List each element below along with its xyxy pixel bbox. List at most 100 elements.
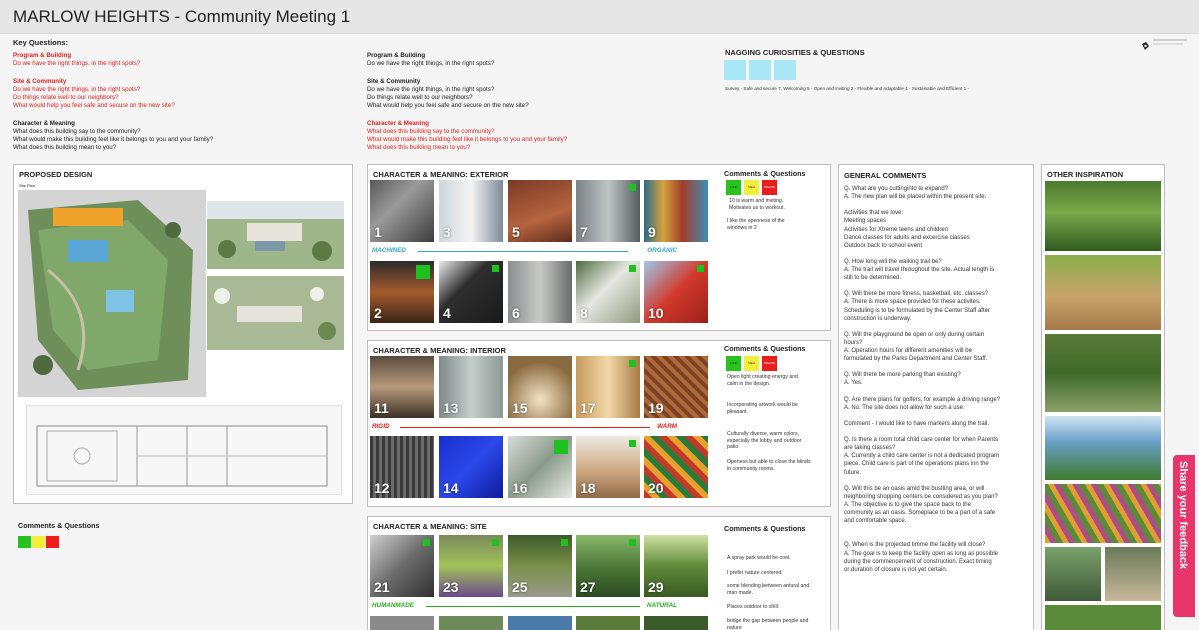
general-comment-line: A. The trail will travel throughout the … [844, 267, 995, 273]
exterior-image-6[interactable]: 6 [508, 261, 572, 323]
interior-image-17[interactable]: 17 [576, 356, 640, 418]
exterior-image-7[interactable]: 7 [576, 180, 640, 242]
meh-vote-button[interactable] [32, 536, 45, 548]
like-vote-button[interactable]: LIKE [726, 180, 741, 195]
general-comment-line: Outdoor back to school event [844, 242, 923, 249]
interior-image-13[interactable]: 13 [439, 356, 503, 418]
interior-image-11[interactable]: 11 [370, 356, 434, 418]
site-heading: CHARACTER & MEANING: SITE [373, 522, 487, 531]
exterior-left-label: MACHINED [372, 247, 406, 254]
rendering-aerial-1[interactable] [207, 201, 344, 269]
site-image-24[interactable] [439, 616, 503, 630]
inspiration-image[interactable] [1045, 334, 1161, 412]
exterior-image-1[interactable]: 1 [370, 180, 434, 242]
general-comment-line: neighboring shopping centers be consider… [844, 493, 998, 500]
interior-image-20[interactable]: 20 [644, 436, 708, 498]
kq2-site-heading: Site & Community [367, 78, 421, 85]
sticky-note[interactable] [749, 60, 771, 80]
page-title: MARLOW HEIGHTS - Community Meeting 1 [13, 7, 351, 26]
interior-comments-heading: Comments & Questions [724, 344, 806, 353]
inspiration-image[interactable] [1045, 255, 1161, 330]
site-plan-label: Site Plan [19, 183, 36, 188]
sticky-note[interactable] [724, 60, 746, 80]
kq-site-q1: Do we have the right things, in the righ… [13, 86, 141, 93]
exterior-image-9[interactable]: 9 [644, 180, 708, 242]
site-image-21[interactable]: 21 [370, 535, 434, 597]
general-comment-line: Q. Will this be an oasis amid the bustli… [844, 485, 985, 492]
general-comment-line: Q. Are there plans for golfers, for exam… [844, 396, 1001, 403]
kq2-char-q2: What would make this building feel like … [367, 136, 568, 143]
exterior-image-3[interactable]: 3 [439, 180, 503, 242]
interior-image-14[interactable]: 14 [439, 436, 503, 498]
kq2-char-q3: What does this building mean to you? [367, 144, 471, 151]
general-comment-line: Activities for Xtreme teens and children [844, 226, 949, 233]
key-questions-heading: Key Questions: [13, 38, 69, 47]
general-comment-line: piece. Child care is part of the operati… [844, 461, 989, 468]
interior-image-12[interactable]: 12 [370, 436, 434, 498]
general-comment-line: A. The goal is to keep the facility open… [844, 550, 998, 557]
like-vote-button[interactable]: LIKE [726, 356, 741, 371]
exterior-image-8[interactable]: 8 [576, 261, 640, 323]
site-image-30[interactable] [644, 616, 708, 630]
sticky-note[interactable] [774, 60, 796, 80]
exterior-scale-line [418, 251, 628, 252]
dislike-vote-button[interactable]: DISLIKE [762, 180, 777, 195]
site-image-27[interactable]: 27 [576, 535, 640, 597]
site-image-25[interactable]: 25 [508, 535, 572, 597]
general-comment-line: community as an oasis. Someplace to be a… [844, 510, 996, 516]
general-comments-heading: GENERAL COMMENTS [844, 171, 927, 180]
share-feedback-button[interactable]: Share your feedback [1173, 455, 1195, 617]
inspiration-image[interactable] [1045, 484, 1161, 543]
inspiration-image[interactable] [1105, 547, 1161, 601]
general-comment-line: Q. When is the projected timme the facil… [844, 542, 986, 549]
rendering-aerial-2[interactable] [207, 276, 344, 350]
general-comment-line: still to be determined. [844, 275, 902, 282]
site-plan-image[interactable] [18, 190, 206, 397]
exterior-image-5[interactable]: 5 [508, 180, 572, 242]
meh-vote-button[interactable]: MEH [744, 180, 759, 195]
exterior-comment: 10 is warm and inviting. Motivates us to… [729, 198, 785, 211]
interior-image-16[interactable]: 16 [508, 436, 572, 498]
like-marker [629, 184, 636, 191]
exterior-comments-heading: Comments & Questions [724, 169, 806, 178]
like-marker [697, 265, 704, 272]
floor-plan-image[interactable] [26, 405, 342, 495]
site-image-22[interactable] [370, 616, 434, 630]
inspiration-image[interactable] [1045, 605, 1161, 630]
site-image-29[interactable]: 29 [644, 535, 708, 597]
interior-image-15[interactable]: 15 [508, 356, 572, 418]
site-image-26[interactable] [508, 616, 572, 630]
general-comment-line: A. Currently a child care center is not … [844, 453, 1000, 460]
exterior-image-10[interactable]: 10 [644, 261, 708, 323]
general-comment-line: A. No. The site does not allow for such … [844, 404, 965, 411]
inspiration-image[interactable] [1045, 181, 1161, 251]
template-icon[interactable] [1141, 38, 1150, 50]
like-marker [629, 440, 636, 447]
exterior-heading: CHARACTER & MEANING: EXTERIOR [373, 170, 509, 179]
general-comment-line: Dance classes for adults and excercise c… [844, 234, 970, 241]
exterior-image-2[interactable]: 2 [370, 261, 434, 323]
site-image-23[interactable]: 23 [439, 535, 503, 597]
general-comment-line: Q. What are you cuttinginto to expand? [844, 186, 949, 192]
site-image-28[interactable] [576, 616, 640, 630]
exterior-scale: MACHINED ORGANIC [372, 247, 677, 257]
kq2-program-heading: Program & Building [367, 52, 426, 59]
dislike-vote-button[interactable]: DISLIKE [762, 356, 777, 371]
meh-vote-button[interactable]: MEH [744, 356, 759, 371]
interior-image-19[interactable]: 19 [644, 356, 708, 418]
survey-text: Survey - Safe and secure 7, Welcoming 5 … [725, 86, 969, 91]
general-comment-line: Comment - I would like to have markers a… [844, 420, 990, 427]
inspiration-image[interactable] [1045, 416, 1161, 480]
kq2-char-q1: What does this building say to the commu… [367, 128, 495, 135]
interior-image-18[interactable]: 18 [576, 436, 640, 498]
like-vote-button[interactable] [18, 536, 31, 548]
kq-site-heading: Site & Community [13, 78, 67, 85]
kq-char-q3: What does this building mean to you? [13, 144, 117, 151]
interior-comment: Open light creating energy and calm in t… [727, 374, 798, 387]
general-comment-line: are taking classes? [844, 445, 896, 452]
exterior-image-4[interactable]: 4 [439, 261, 503, 323]
site-scale: HUMANMADE NATURAL [372, 602, 677, 612]
inspiration-image[interactable] [1045, 547, 1101, 601]
dislike-vote-button[interactable] [46, 536, 59, 548]
proposed-design-heading: PROPOSED DESIGN [19, 170, 93, 179]
